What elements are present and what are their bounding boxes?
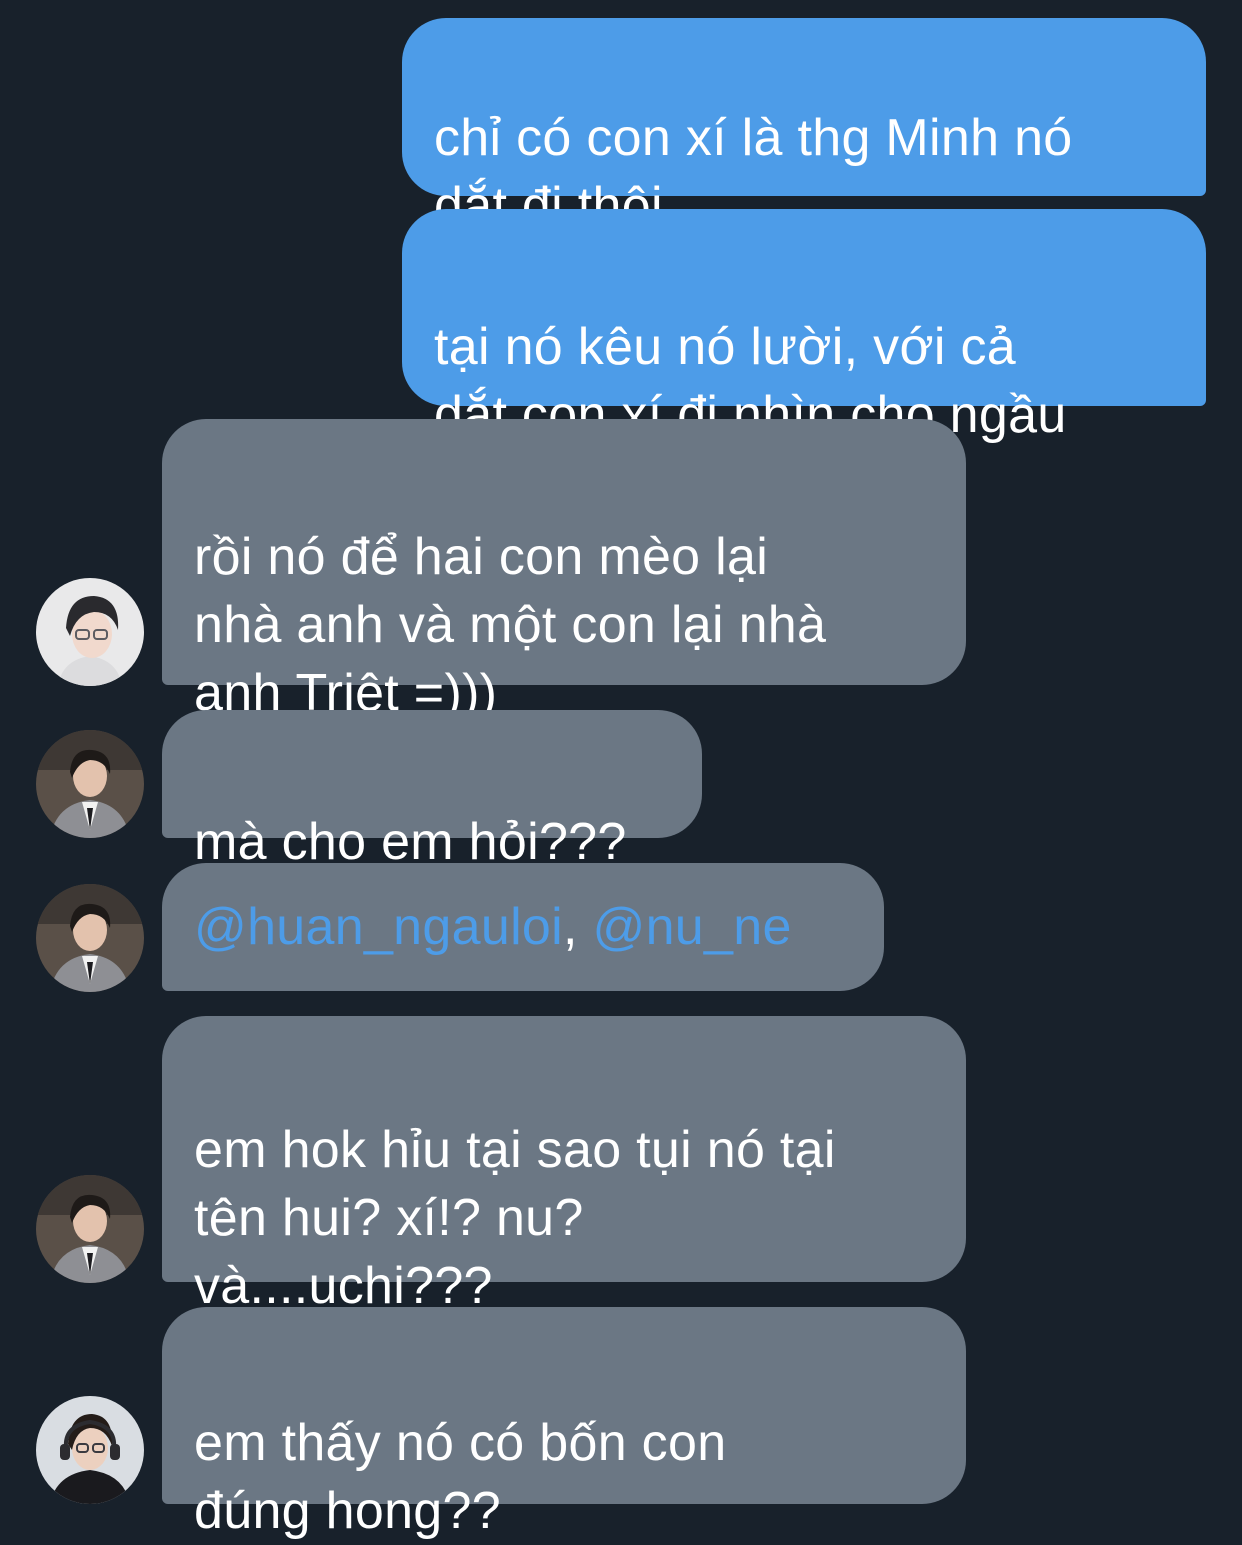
message-text: rồi nó để hai con mèo lại nhà anh và một… bbox=[194, 528, 827, 722]
avatar-image bbox=[36, 578, 144, 686]
message-text: em hok hỉu tại sao tụi nó tại tên hui? x… bbox=[194, 1121, 836, 1315]
incoming-message-bubble[interactable]: mà cho em hỏi??? bbox=[162, 710, 702, 871]
outgoing-message-bubble[interactable]: tại nó kêu nó lười, với cả dắt con xí đi… bbox=[402, 209, 1206, 444]
avatar-image bbox=[36, 1175, 144, 1283]
avatar-user-suit[interactable] bbox=[36, 730, 144, 838]
avatar-image bbox=[36, 884, 144, 992]
mention-link[interactable]: @nu_ne bbox=[593, 898, 792, 956]
avatar-user-headset[interactable] bbox=[36, 1396, 144, 1504]
mention-link[interactable]: @huan_ngauloi bbox=[194, 898, 563, 956]
mention-separator: , bbox=[563, 898, 593, 956]
incoming-message-bubble[interactable]: rồi nó để hai con mèo lại nhà anh và một… bbox=[162, 419, 966, 722]
incoming-message-bubble[interactable]: em hok hỉu tại sao tụi nó tại tên hui? x… bbox=[162, 1016, 966, 1315]
avatar-user-suit[interactable] bbox=[36, 884, 144, 992]
avatar-user-suit[interactable] bbox=[36, 1175, 144, 1283]
message-text: em thấy nó có bốn con đúng hong?? bbox=[194, 1414, 727, 1540]
avatar-image bbox=[36, 1396, 144, 1504]
outgoing-message-bubble[interactable]: chỉ có con xí là thg Minh nó dắt đi thôi bbox=[402, 18, 1206, 235]
incoming-message-bubble[interactable]: @huan_ngauloi, @nu_ne bbox=[162, 863, 884, 991]
incoming-message-bubble[interactable]: em thấy nó có bốn con đúng hong?? bbox=[162, 1307, 966, 1540]
avatar-user-glasses[interactable] bbox=[36, 578, 144, 686]
avatar-image bbox=[36, 730, 144, 838]
